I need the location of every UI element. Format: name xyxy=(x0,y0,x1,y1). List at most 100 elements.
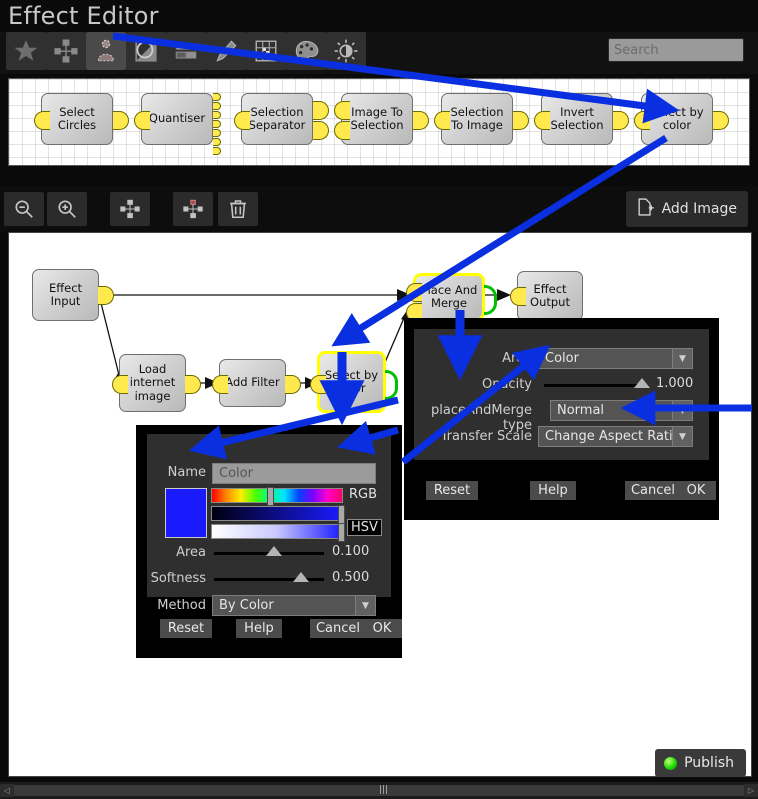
search-box[interactable] xyxy=(608,38,758,62)
canvas-node-add-filter[interactable]: Add Filter xyxy=(219,359,286,407)
port-in[interactable] xyxy=(406,283,422,302)
port-in[interactable] xyxy=(634,111,650,130)
area-label: Area xyxy=(502,351,532,366)
delete-button[interactable] xyxy=(218,192,258,226)
port-in[interactable] xyxy=(310,375,326,394)
port-in[interactable] xyxy=(134,111,150,130)
port-in-2[interactable] xyxy=(334,121,350,140)
palette-icon[interactable] xyxy=(286,32,326,70)
port-in[interactable] xyxy=(34,111,50,130)
method-select[interactable]: By Color ▼ xyxy=(212,595,376,616)
palette-node-select-circles[interactable]: Select Circles xyxy=(41,93,113,145)
search-input[interactable] xyxy=(609,41,758,59)
canvas-node-effect-input[interactable]: Effect Input xyxy=(32,269,99,321)
publish-label: Publish xyxy=(684,755,734,771)
port-out-2[interactable] xyxy=(313,121,329,140)
port-out[interactable] xyxy=(313,101,329,120)
zoom-in-button[interactable] xyxy=(47,192,87,226)
port-out[interactable] xyxy=(613,111,629,130)
ok-button[interactable]: OK xyxy=(362,619,402,638)
reset-button[interactable]: Reset xyxy=(160,619,212,638)
port-out[interactable] xyxy=(113,111,129,130)
softness-label: Softness xyxy=(150,571,206,586)
port-in[interactable] xyxy=(212,375,228,394)
area-select[interactable]: Color ▼ xyxy=(538,348,693,369)
palette-node-quantiser[interactable]: Quantiser xyxy=(141,93,213,145)
palette-node-image-to-selection[interactable]: Image To Selection xyxy=(341,93,413,145)
help-button[interactable]: Help xyxy=(236,619,282,638)
canvas-node-place-and-merge[interactable]: Place And Merge xyxy=(413,273,485,321)
node-palette[interactable]: Select Circles Quantiser Selection Separat… xyxy=(8,78,750,166)
chevron-down-icon[interactable]: ▼ xyxy=(672,427,692,446)
publish-button[interactable]: Publish xyxy=(655,749,746,777)
canvas-node-select-by-color[interactable]: Select by color xyxy=(317,351,386,413)
ok-button[interactable]: OK xyxy=(676,481,716,500)
canvas-node-load-internet-image[interactable]: Load internet image xyxy=(119,354,186,412)
cancel-button[interactable]: Cancel xyxy=(625,481,681,500)
favourites-star-icon[interactable] xyxy=(6,32,46,70)
softness-slider-thumb[interactable] xyxy=(293,572,309,582)
place-and-merge-dialog[interactable]: Area Color ▼ Opacity 1.000 placeAndMerge… xyxy=(404,318,719,520)
brush-icon[interactable] xyxy=(206,32,246,70)
port-in[interactable] xyxy=(112,375,128,394)
port-in[interactable] xyxy=(510,287,526,306)
rgb-tab[interactable]: RGB xyxy=(349,487,377,502)
area-value: Color xyxy=(545,351,579,366)
port-out[interactable] xyxy=(713,111,729,130)
area-slider-thumb[interactable] xyxy=(266,546,282,556)
name-input[interactable]: Color xyxy=(212,463,376,484)
node-label: Select by color xyxy=(324,367,379,395)
port-out-multi[interactable] xyxy=(213,93,221,156)
brightness-icon[interactable] xyxy=(326,32,366,70)
port-in[interactable] xyxy=(534,111,550,130)
softness-value: 0.500 xyxy=(332,570,370,585)
canvas-node-effect-output[interactable]: Effect Output xyxy=(517,271,583,321)
node-label: Place And Merge xyxy=(420,282,478,310)
chevron-down-icon[interactable]: ▼ xyxy=(672,349,692,368)
port-in[interactable] xyxy=(234,111,250,130)
palette-node-selection-separator[interactable]: Selection Separator xyxy=(241,93,313,145)
remove-node-button[interactable] xyxy=(173,192,213,226)
scroll-track[interactable]: ||| xyxy=(14,785,744,796)
zoom-out-button[interactable] xyxy=(4,192,44,226)
port-out[interactable] xyxy=(413,111,429,130)
palette-node-invert-selection[interactable]: Invert Selection xyxy=(541,93,613,145)
opacity-slider-thumb[interactable] xyxy=(634,378,650,388)
select-by-color-dialog[interactable]: Name Color RGB HSV Area 0.100 Softness 0… xyxy=(136,425,402,658)
checker-grid-icon[interactable] xyxy=(246,32,286,70)
value-bar[interactable] xyxy=(211,524,343,539)
hue-bar-knob[interactable] xyxy=(267,487,274,506)
palette-node-label: Select Circles xyxy=(57,104,97,132)
node-graph-icon[interactable] xyxy=(46,32,86,70)
reset-button[interactable]: Reset xyxy=(426,481,478,500)
saturation-bar-knob[interactable] xyxy=(338,505,345,524)
method-value: By Color xyxy=(219,598,274,613)
merge-type-select[interactable]: Normal ▼ xyxy=(550,400,693,421)
hsv-tab[interactable]: HSV xyxy=(347,519,382,536)
port-out[interactable] xyxy=(513,111,529,130)
color-swatch[interactable] xyxy=(165,488,207,538)
hue-bar[interactable] xyxy=(211,488,343,503)
contrast-icon[interactable] xyxy=(126,32,166,70)
chevron-down-icon[interactable]: ▼ xyxy=(355,596,375,615)
scroll-left-arrow[interactable]: ◁ xyxy=(0,784,14,797)
add-node-button[interactable] xyxy=(110,192,150,226)
cancel-button[interactable]: Cancel xyxy=(310,619,366,638)
layers-icon[interactable] xyxy=(166,32,206,70)
horizontal-scrollbar[interactable]: ◁ ||| ▷ xyxy=(0,782,758,799)
saturation-bar[interactable] xyxy=(211,506,343,521)
palette-node-selection-to-image[interactable]: Selection To Image xyxy=(441,93,513,145)
transfer-scale-select[interactable]: Change Aspect Ratio ▼ xyxy=(538,426,693,447)
page-title: Effect Editor xyxy=(8,2,159,30)
chevron-down-icon[interactable]: ▼ xyxy=(672,401,692,420)
port-in[interactable] xyxy=(434,111,450,130)
port-in[interactable] xyxy=(334,101,350,120)
palette-node-select-by-color[interactable]: Select by color xyxy=(641,93,713,145)
scroll-thumb-grip[interactable]: ||| xyxy=(379,785,388,796)
help-button[interactable]: Help xyxy=(530,481,576,500)
add-image-button[interactable]: Add Image xyxy=(625,191,748,227)
value-bar-knob[interactable] xyxy=(338,523,345,542)
scroll-right-arrow[interactable]: ▷ xyxy=(744,784,758,797)
opacity-slider[interactable] xyxy=(544,384,639,387)
puppet-icon[interactable] xyxy=(86,32,126,70)
